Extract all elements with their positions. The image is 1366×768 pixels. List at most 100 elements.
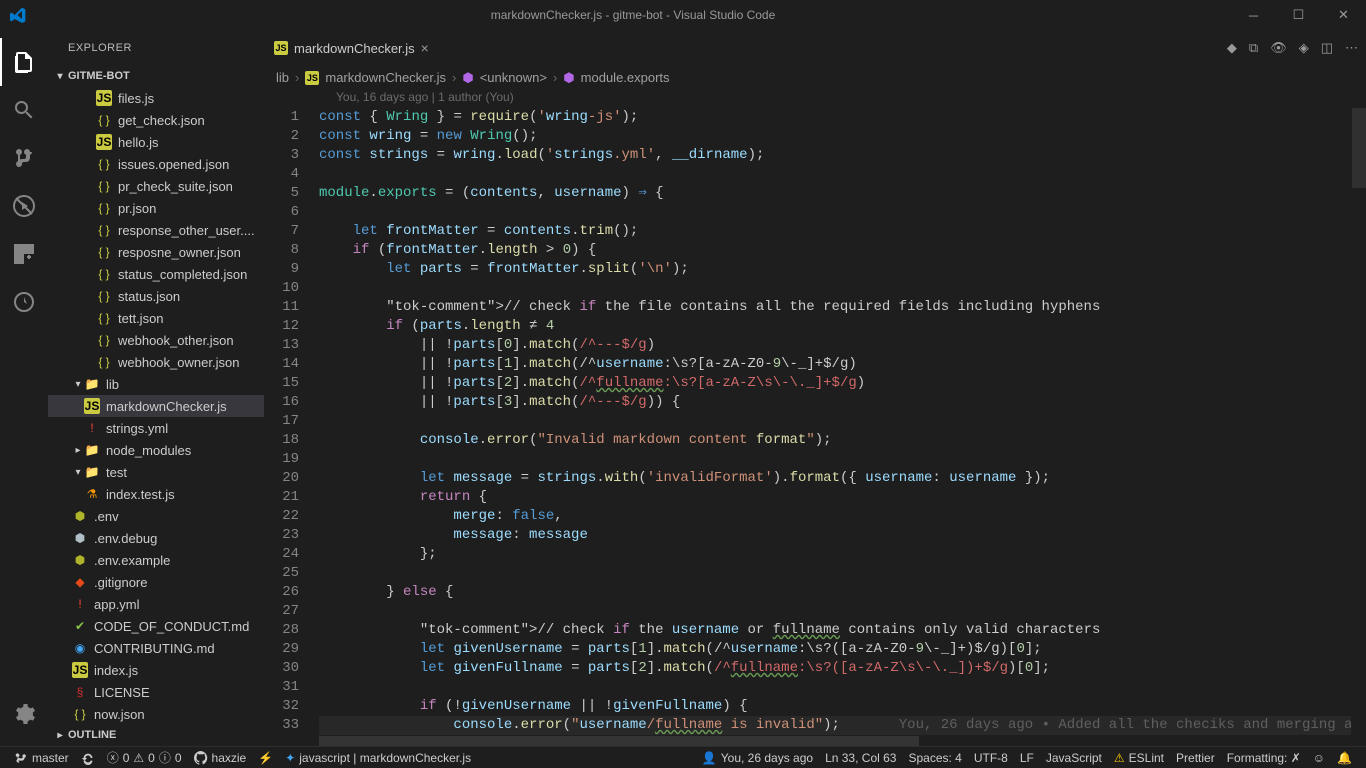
code-editor[interactable]: 1234567891011121314151617181920212223242… <box>264 108 1366 736</box>
line-numbers: 1234567891011121314151617181920212223242… <box>264 108 319 736</box>
sidebar: EXPLORER ▾ GITME-BOT JSfiles.js{ }get_ch… <box>48 30 264 746</box>
project-header[interactable]: ▾ GITME-BOT <box>48 65 264 87</box>
app-icon <box>0 7 35 23</box>
warning-icon: ⚠ <box>1114 751 1125 765</box>
status-branch[interactable]: master <box>8 747 75 768</box>
tree-item-strings-yml[interactable]: !strings.yml <box>48 417 264 439</box>
tree-item--gitignore[interactable]: ◆.gitignore <box>48 571 264 593</box>
tree-item-get_check-json[interactable]: { }get_check.json <box>48 109 264 131</box>
compare-icon[interactable]: ⧉ <box>1249 40 1258 56</box>
tab-markdownchecker[interactable]: JS markdownChecker.js × <box>264 30 440 65</box>
branch-label: master <box>32 751 69 765</box>
person-icon: 👤 <box>702 751 717 765</box>
status-spaces[interactable]: Spaces: 4 <box>902 747 967 768</box>
tree-item--env-debug[interactable]: ⬢.env.debug <box>48 527 264 549</box>
tree-item-status-json[interactable]: { }status.json <box>48 285 264 307</box>
tree-item-issues-opened-json[interactable]: { }issues.opened.json <box>48 153 264 175</box>
status-problems[interactable]: ⓧ0 ⚠0 ⓘ0 <box>101 747 188 768</box>
tree-item--env-example[interactable]: ⬢.env.example <box>48 549 264 571</box>
tree-item-node_modules[interactable]: ▸📁node_modules <box>48 439 264 461</box>
warning-icon: ⚠ <box>133 751 144 765</box>
activity-bar <box>0 30 48 746</box>
tree-item-index-test-js[interactable]: ⚗index.test.js <box>48 483 264 505</box>
minimap-slider[interactable] <box>1352 108 1366 188</box>
project-name: GITME-BOT <box>68 70 130 82</box>
status-bell[interactable]: 🔔 <box>1331 747 1358 768</box>
status-encoding[interactable]: UTF-8 <box>968 747 1014 768</box>
minimize-button[interactable]: ─ <box>1231 0 1276 30</box>
js-file-icon: JS <box>274 41 288 55</box>
breadcrumb[interactable]: lib › JS markdownChecker.js › ⬢ <unknown… <box>264 65 1366 90</box>
tree-item-lib[interactable]: ▾📁lib <box>48 373 264 395</box>
status-language[interactable]: JavaScript <box>1040 747 1108 768</box>
chevron-right-icon: › <box>452 70 456 85</box>
breadcrumb-item[interactable]: <unknown> <box>480 70 547 85</box>
tree-item-pr_check_suite-json[interactable]: { }pr_check_suite.json <box>48 175 264 197</box>
outline-header[interactable]: ▸ OUTLINE <box>48 724 264 746</box>
activity-debug[interactable] <box>0 182 48 230</box>
status-blame[interactable]: 👤 You, 26 days ago <box>696 747 819 768</box>
path-label: javascript | markdownChecker.js <box>299 751 471 765</box>
codelens[interactable]: You, 16 days ago | 1 author (You) <box>264 90 1366 108</box>
activity-scm[interactable] <box>0 134 48 182</box>
status-feedback[interactable]: ☺ <box>1307 747 1331 768</box>
activity-extensions[interactable] <box>0 230 48 278</box>
status-sync[interactable] <box>75 747 101 768</box>
minimap[interactable] <box>1351 108 1366 736</box>
more-icon[interactable]: ⋯ <box>1345 40 1358 56</box>
horizontal-scrollbar[interactable] <box>264 736 1366 746</box>
tree-item-app-yml[interactable]: !app.yml <box>48 593 264 615</box>
close-button[interactable]: ✕ <box>1321 0 1366 30</box>
status-eol[interactable]: LF <box>1014 747 1040 768</box>
error-count: 0 <box>123 751 130 765</box>
status-liveshare[interactable]: ⚡ <box>252 747 279 768</box>
tree-item-webhook_owner-json[interactable]: { }webhook_owner.json <box>48 351 264 373</box>
maximize-button[interactable]: ☐ <box>1276 0 1321 30</box>
warning-count: 0 <box>148 751 155 765</box>
tree-item-now-json[interactable]: { }now.json <box>48 703 264 724</box>
breadcrumb-item[interactable]: module.exports <box>581 70 670 85</box>
tree-item-status_completed-json[interactable]: { }status_completed.json <box>48 263 264 285</box>
split-icon[interactable]: ◫ <box>1321 40 1333 56</box>
scrollbar-thumb[interactable] <box>319 736 919 746</box>
breadcrumb-item[interactable]: lib <box>276 70 289 85</box>
activity-settings[interactable] <box>0 690 48 738</box>
tree-item-index-js[interactable]: JSindex.js <box>48 659 264 681</box>
chevron-right-icon: › <box>553 70 557 85</box>
tree-item--env[interactable]: ⬢.env <box>48 505 264 527</box>
cube-icon: ⬢ <box>563 70 574 86</box>
code-content[interactable]: const { Wring } = require('wring-js');co… <box>319 108 1366 736</box>
activity-search[interactable] <box>0 86 48 134</box>
tree-item-CODE_OF_CONDUCT-md[interactable]: ✔CODE_OF_CONDUCT.md <box>48 615 264 637</box>
blame-label: You, 26 days ago <box>721 751 813 765</box>
status-path[interactable]: ✦ javascript | markdownChecker.js <box>279 747 477 768</box>
breadcrumb-item[interactable]: markdownChecker.js <box>325 70 446 85</box>
file-tree[interactable]: JSfiles.js{ }get_check.jsonJShello.js{ }… <box>48 87 264 724</box>
tree-item-webhook_other-json[interactable]: { }webhook_other.json <box>48 329 264 351</box>
tree-item-resposne_owner-json[interactable]: { }resposne_owner.json <box>48 241 264 263</box>
prettier-icon[interactable]: ◆ <box>1227 40 1237 56</box>
tab-label: markdownChecker.js <box>294 41 415 56</box>
script-icon: ✦ <box>285 751 295 765</box>
activity-explorer[interactable] <box>0 38 48 86</box>
tree-item-test[interactable]: ▾📁test <box>48 461 264 483</box>
status-cursor[interactable]: Ln 33, Col 63 <box>819 747 902 768</box>
tree-item-LICENSE[interactable]: §LICENSE <box>48 681 264 703</box>
tree-item-files-js[interactable]: JSfiles.js <box>48 87 264 109</box>
tab-close-icon[interactable]: × <box>421 40 429 56</box>
tree-item-tett-json[interactable]: { }tett.json <box>48 307 264 329</box>
tree-item-hello-js[interactable]: JShello.js <box>48 131 264 153</box>
diamond-icon[interactable]: ◈ <box>1299 40 1309 56</box>
tree-item-response_other_user-[interactable]: { }response_other_user.... <box>48 219 264 241</box>
tree-item-CONTRIBUTING-md[interactable]: ◉CONTRIBUTING.md <box>48 637 264 659</box>
status-user[interactable]: haxzie <box>188 747 253 768</box>
chevron-right-icon: ▸ <box>52 730 68 741</box>
activity-liveshare[interactable] <box>0 278 48 326</box>
tree-item-markdownChecker-js[interactable]: JSmarkdownChecker.js <box>48 395 264 417</box>
tree-item-pr-json[interactable]: { }pr.json <box>48 197 264 219</box>
js-file-icon: JS <box>305 71 319 85</box>
status-prettier[interactable]: Prettier <box>1170 747 1221 768</box>
watch-icon[interactable]: 👁 <box>1270 40 1287 56</box>
status-formatting[interactable]: Formatting: ✗ <box>1221 747 1307 768</box>
status-eslint[interactable]: ⚠ ESLint <box>1108 747 1170 768</box>
